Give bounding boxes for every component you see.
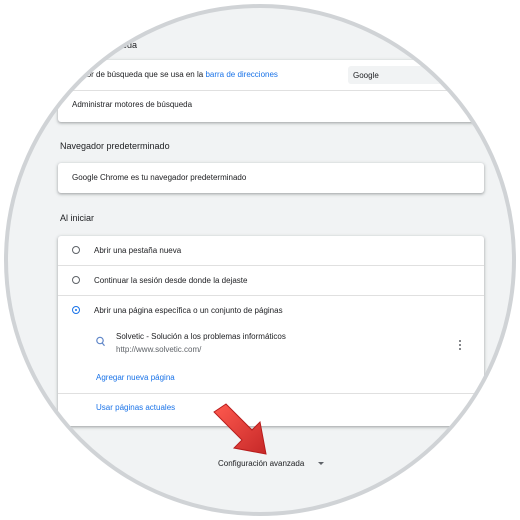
radio-continue-session[interactable]	[72, 276, 80, 284]
startup-divider-3	[58, 393, 484, 394]
chevron-down-icon[interactable]	[318, 462, 324, 465]
search-engine-select-value: Google	[353, 70, 379, 80]
search-engine-section-title: queda	[112, 40, 138, 50]
default-browser-card: Google Chrome es tu navegador predetermi…	[58, 163, 484, 193]
pointer-arrow-icon	[213, 403, 267, 455]
default-browser-section-title: Navegador predeterminado	[60, 141, 170, 151]
default-browser-status: Google Chrome es tu navegador predetermi…	[72, 173, 247, 182]
search-engine-divider	[58, 90, 484, 91]
on-startup-card: Abrir una pestaña nueva Continuar la ses…	[58, 236, 484, 426]
advanced-settings-button[interactable]: Configuración avanzada	[218, 459, 304, 468]
search-engine-row-text: otor de búsqueda que se usa en la	[80, 70, 206, 79]
more-actions-icon[interactable]	[459, 340, 462, 352]
startup-divider-1	[58, 265, 484, 266]
startup-divider-2	[58, 295, 484, 296]
radio-specific-pages[interactable]	[72, 306, 80, 314]
option-continue-session-label[interactable]: Continuar la sesión desde donde la dejas…	[94, 276, 247, 285]
add-new-page-link[interactable]: Agregar nueva página	[96, 373, 175, 382]
use-current-pages-link[interactable]: Usar páginas actuales	[96, 403, 175, 412]
startup-page-title: Solvetic - Solución a los problemas info…	[116, 332, 286, 341]
option-open-new-tab-label[interactable]: Abrir una pestaña nueva	[94, 246, 181, 255]
on-startup-section-title: Al iniciar	[60, 213, 95, 223]
option-specific-pages-label[interactable]: Abrir una página específica o un conjunt…	[94, 306, 283, 315]
radio-open-new-tab[interactable]	[72, 246, 80, 254]
address-bar-link[interactable]: barra de direcciones	[205, 70, 277, 79]
search-engine-row: otor de búsqueda que se usa en la barra …	[80, 70, 278, 79]
settings-page: queda otor de búsqueda que se usa en la …	[0, 0, 520, 520]
search-engine-card: otor de búsqueda que se usa en la barra …	[58, 60, 484, 122]
search-engine-select[interactable]: Google	[348, 66, 484, 84]
manage-search-engines-row[interactable]: Administrar motores de búsqueda	[72, 100, 192, 109]
startup-page-url: http://www.solvetic.com/	[116, 345, 202, 354]
page-search-icon	[96, 336, 105, 347]
